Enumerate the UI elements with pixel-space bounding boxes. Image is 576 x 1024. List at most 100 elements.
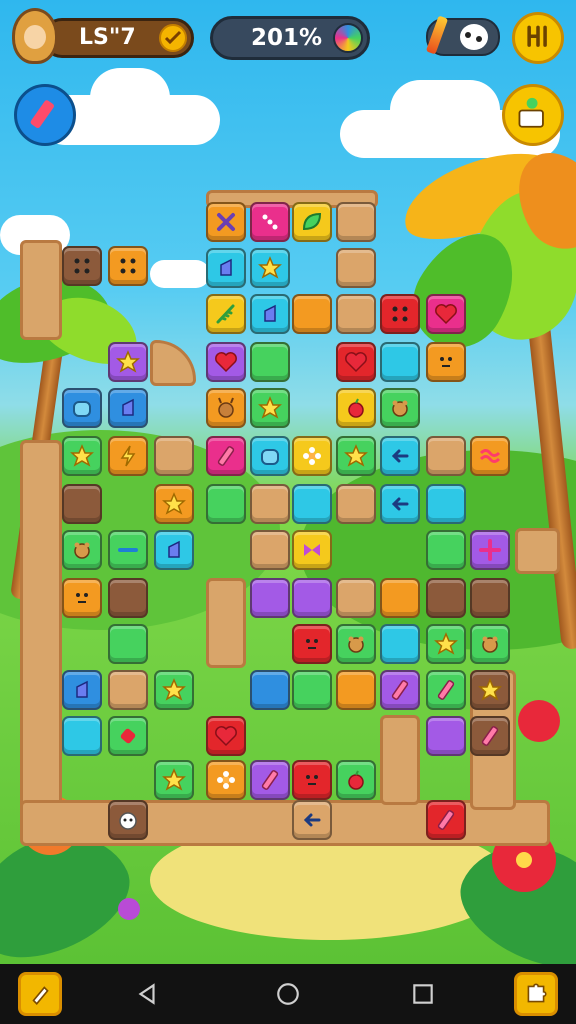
pause-button[interactable] <box>512 12 564 64</box>
board-tile[interactable] <box>250 248 290 288</box>
board-tile[interactable] <box>108 800 148 840</box>
board-tile[interactable] <box>292 624 332 664</box>
board-tile[interactable] <box>206 484 246 524</box>
back-icon[interactable] <box>134 981 160 1007</box>
board-tile[interactable] <box>206 716 246 756</box>
board-tile[interactable] <box>250 578 290 618</box>
board-tile[interactable] <box>336 248 376 288</box>
board-tile[interactable] <box>292 484 332 524</box>
board-tile[interactable] <box>206 388 246 428</box>
board-tile[interactable] <box>250 202 290 242</box>
board-tile[interactable] <box>336 202 376 242</box>
board-tile[interactable] <box>336 436 376 476</box>
board-tile[interactable] <box>470 436 510 476</box>
board-tile[interactable] <box>108 578 148 618</box>
board-tile[interactable] <box>108 342 148 382</box>
board-tile[interactable] <box>108 624 148 664</box>
board-tile[interactable] <box>206 294 246 334</box>
board-tile[interactable] <box>380 342 420 382</box>
board-tile[interactable] <box>426 578 466 618</box>
board-tile[interactable] <box>380 624 420 664</box>
board-tile[interactable] <box>380 484 420 524</box>
board-tile[interactable] <box>336 294 376 334</box>
board-tile[interactable] <box>292 800 332 840</box>
board-tile[interactable] <box>62 578 102 618</box>
board-tile[interactable] <box>380 388 420 428</box>
board-tile[interactable] <box>154 484 194 524</box>
board-tile[interactable] <box>336 760 376 800</box>
board-tile[interactable] <box>426 436 466 476</box>
board-tile[interactable] <box>154 436 194 476</box>
board-tile[interactable] <box>292 578 332 618</box>
board-tile[interactable] <box>292 436 332 476</box>
board-tile[interactable] <box>206 436 246 476</box>
board-tile[interactable] <box>62 388 102 428</box>
board-tile[interactable] <box>108 716 148 756</box>
board-tile[interactable] <box>470 670 510 710</box>
pencil-tool-button[interactable] <box>14 84 76 146</box>
shop-button[interactable] <box>502 84 564 146</box>
board-tile[interactable] <box>470 530 510 570</box>
board-tile[interactable] <box>108 530 148 570</box>
crayon-icon <box>261 770 279 790</box>
board-tile[interactable] <box>380 294 420 334</box>
board-tile[interactable] <box>62 436 102 476</box>
board-tile[interactable] <box>336 624 376 664</box>
board-tile[interactable] <box>154 670 194 710</box>
board-tile[interactable] <box>108 246 148 286</box>
home-icon[interactable] <box>275 981 301 1007</box>
board-tile[interactable] <box>292 530 332 570</box>
powerup-pill[interactable] <box>425 15 500 56</box>
board-tile[interactable] <box>426 530 466 570</box>
puzzle-shortcut-button[interactable] <box>514 972 558 1016</box>
board-tile[interactable] <box>62 530 102 570</box>
board-tile[interactable] <box>108 670 148 710</box>
board-tile[interactable] <box>426 670 466 710</box>
board-tile[interactable] <box>250 760 290 800</box>
board-tile[interactable] <box>250 484 290 524</box>
board-tile[interactable] <box>154 530 194 570</box>
level-badge[interactable]: LS"7 <box>42 18 194 58</box>
board-tile[interactable] <box>470 716 510 756</box>
board-tile[interactable] <box>426 624 466 664</box>
board-tile[interactable] <box>380 436 420 476</box>
board-tile[interactable] <box>108 388 148 428</box>
board-tile[interactable] <box>336 670 376 710</box>
board-tile[interactable] <box>250 436 290 476</box>
board-tile[interactable] <box>62 484 102 524</box>
board-tile[interactable] <box>206 202 246 242</box>
board-tile[interactable] <box>292 202 332 242</box>
avatar[interactable] <box>12 8 58 64</box>
board-tile[interactable] <box>380 670 420 710</box>
board-tile[interactable] <box>250 342 290 382</box>
board-tile[interactable] <box>336 388 376 428</box>
board-tile[interactable] <box>426 342 466 382</box>
board-tile[interactable] <box>426 800 466 840</box>
board-tile[interactable] <box>206 248 246 288</box>
board-tile[interactable] <box>292 760 332 800</box>
board-tile[interactable] <box>292 294 332 334</box>
recents-icon[interactable] <box>410 981 436 1007</box>
board-tile[interactable] <box>154 760 194 800</box>
board-tile[interactable] <box>426 716 466 756</box>
board-tile[interactable] <box>336 578 376 618</box>
board-tile[interactable] <box>250 530 290 570</box>
board-tile[interactable] <box>108 436 148 476</box>
board-tile[interactable] <box>250 670 290 710</box>
board-tile[interactable] <box>62 246 102 286</box>
board-tile[interactable] <box>292 670 332 710</box>
board-tile[interactable] <box>336 484 376 524</box>
board-tile[interactable] <box>380 578 420 618</box>
board-tile[interactable] <box>62 670 102 710</box>
board-tile[interactable] <box>206 760 246 800</box>
board-tile[interactable] <box>426 484 466 524</box>
board-tile[interactable] <box>250 388 290 428</box>
board-tile[interactable] <box>250 294 290 334</box>
board-tile[interactable] <box>470 624 510 664</box>
board-tile[interactable] <box>206 342 246 382</box>
board-tile[interactable] <box>426 294 466 334</box>
board-tile[interactable] <box>62 716 102 756</box>
pencil-shortcut-button[interactable] <box>18 972 62 1016</box>
board-tile[interactable] <box>470 578 510 618</box>
board-tile[interactable] <box>336 342 376 382</box>
